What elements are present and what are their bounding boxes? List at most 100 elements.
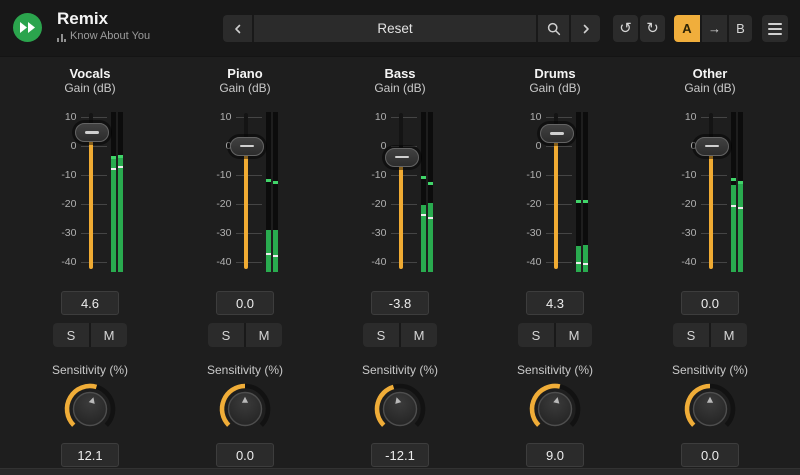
scale-tick-line [390,233,417,234]
channel-strip-row: Vocals Gain (dB) -40 -30 -20 -10 0 10 4.6 S M… [0,57,800,467]
sensitivity-knob[interactable] [527,381,583,437]
gain-fader-handle[interactable] [694,136,729,156]
gain-fader-handle[interactable] [384,147,419,167]
ab-copy-button[interactable]: → [702,15,727,42]
meter-peak-hold [575,199,581,203]
menu-button[interactable] [762,15,788,42]
scale-tick-line [545,233,572,234]
scale-tick-line [80,146,107,147]
app-title: Remix [57,9,109,28]
channel-strip-bass: Bass Gain (dB) -40 -30 -20 -10 0 10 -3.8 S M … [340,57,460,467]
scale-tick-line [545,117,572,118]
meter-peak-hold [110,156,116,160]
level-meter [110,112,123,272]
solo-button[interactable]: S [53,323,89,347]
meter-fill [730,185,736,272]
mute-button[interactable]: M [91,323,127,347]
gain-fader-handle[interactable] [539,124,574,144]
title-block: Remix Know About You [57,9,150,42]
sensitivity-value-box[interactable]: 0.0 [681,443,739,467]
solo-mute-group: S M [518,323,592,347]
level-meter-right [427,112,433,272]
meter-peak-hold [272,180,278,184]
sensitivity-value-box[interactable]: 9.0 [526,443,584,467]
sensitivity-knob[interactable] [217,381,273,437]
meter-peak-hold [737,180,743,184]
gain-label: Gain (dB) [529,81,581,95]
gain-fader-fill [399,157,403,269]
sensitivity-value-box[interactable]: 0.0 [216,443,274,467]
scale-tick-label: 10 [374,110,387,123]
gain-fader-handle[interactable] [74,123,109,143]
gain-value-box[interactable]: 4.3 [526,291,584,315]
level-meter [420,112,433,272]
channel-title: Vocals [69,66,111,81]
scale-tick-line [390,117,417,118]
gain-value-box[interactable]: -3.8 [371,291,429,315]
solo-button[interactable]: S [208,323,244,347]
header-bar: Remix Know About You Reset ↺ ↻ A → B [0,0,800,57]
preset-search-button[interactable] [538,15,569,42]
channel-title: Piano [227,66,263,81]
hamburger-icon [768,22,782,35]
scale-tick-label: 0 [535,139,542,152]
scale-tick-label: -40 [216,255,232,268]
chevron-left-icon [234,24,240,33]
gain-fader-fill [554,133,558,269]
scale-tick-line [235,262,262,263]
gain-fader-area: -40 -30 -20 -10 0 10 [675,109,747,275]
gain-fader-fill [89,132,93,269]
scale-tick-label: -30 [61,226,77,239]
channel-strip-piano: Piano Gain (dB) -40 -30 -20 -10 0 10 0.0 S M … [185,57,305,467]
mute-button[interactable]: M [401,323,437,347]
sensitivity-label: Sensitivity (%) [516,363,593,377]
mute-button[interactable]: M [556,323,592,347]
preset-prev-button[interactable] [223,15,252,42]
meter-marker [117,166,123,169]
ab-compare-a-button[interactable]: A [674,15,700,42]
solo-mute-group: S M [363,323,437,347]
preset-bar: Reset [223,15,600,42]
sensitivity-knob[interactable] [682,381,738,437]
sensitivity-value-box[interactable]: -12.1 [371,443,429,467]
level-meter-right [272,112,278,272]
undo-button[interactable]: ↺ [613,15,638,42]
sensitivity-knob[interactable] [62,381,118,437]
sensitivity-value-box[interactable]: 12.1 [61,443,119,467]
scale-tick-label: -30 [371,226,387,239]
scale-tick-line [235,204,262,205]
scale-tick-line [235,175,262,176]
mute-button[interactable]: M [246,323,282,347]
solo-button[interactable]: S [518,323,554,347]
ab-compare-b-button[interactable]: B [729,15,752,42]
gain-fader-fill [244,146,248,269]
scale-tick-line [545,204,572,205]
scale-tick-line [545,262,572,263]
gain-value-box[interactable]: 0.0 [681,291,739,315]
app-logo [13,13,42,42]
solo-button[interactable]: S [363,323,399,347]
gain-fader-fill [709,146,713,269]
preset-next-button[interactable] [571,15,600,42]
scale-tick-label: 0 [225,139,232,152]
preset-name[interactable]: Reset [254,15,536,42]
solo-button[interactable]: S [673,323,709,347]
gain-value-box[interactable]: 4.6 [61,291,119,315]
scale-tick-label: 10 [219,110,232,123]
mute-button[interactable]: M [711,323,747,347]
meter-icon [57,33,66,42]
redo-button[interactable]: ↻ [640,15,665,42]
scale-tick-line [80,262,107,263]
gain-value-box[interactable]: 0.0 [216,291,274,315]
sensitivity-knob[interactable] [372,381,428,437]
gain-fader-handle[interactable] [229,136,264,156]
level-meter-right [582,112,588,272]
meter-fill [117,154,123,272]
level-meter [265,112,278,272]
gain-fader-area: -40 -30 -20 -10 0 10 [520,109,592,275]
scale-tick-label: 10 [684,110,697,123]
channel-title: Other [692,66,728,81]
scale-tick-label: -30 [681,226,697,239]
meter-marker [737,206,743,209]
channel-title: Drums [534,66,576,81]
